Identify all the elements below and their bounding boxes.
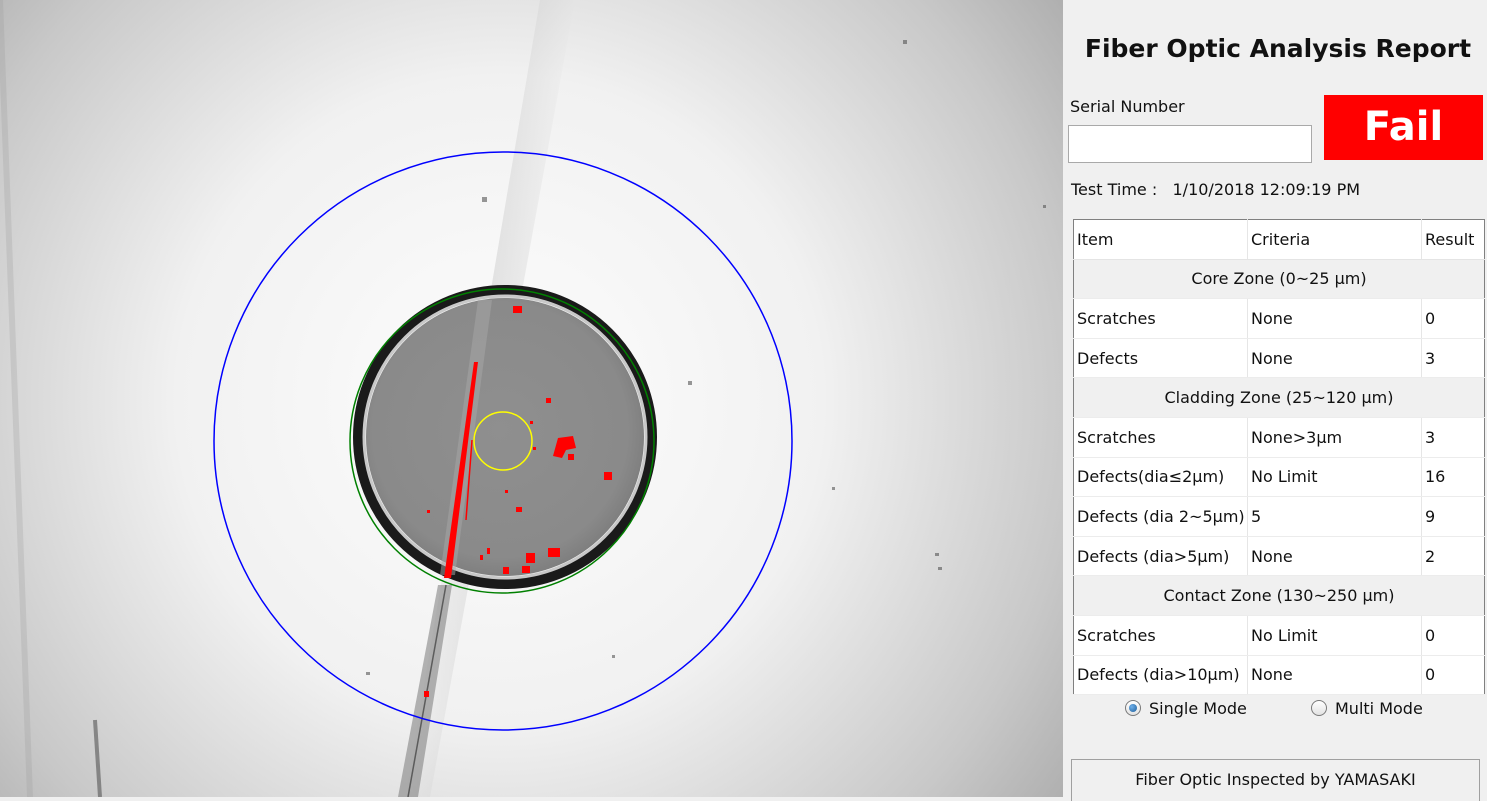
defect-mark	[526, 553, 535, 563]
results-table: Item Criteria Result Core Zone (0~25 μm)…	[1073, 219, 1485, 696]
inspection-canvas	[0, 0, 1063, 797]
serial-number-label: Serial Number	[1070, 97, 1185, 116]
item-cell: Defects	[1073, 338, 1248, 379]
criteria-cell: No Limit	[1247, 457, 1422, 498]
result-cell: 0	[1421, 615, 1485, 656]
zone-header-row: Core Zone (0~25 μm)	[1073, 259, 1485, 300]
column-header[interactable]: Criteria	[1247, 219, 1422, 260]
table-row[interactable]: Defects (dia 2~5μm) 5 9	[1073, 496, 1485, 537]
column-header[interactable]: Item	[1073, 219, 1248, 260]
status-badge: Fail	[1324, 95, 1483, 160]
table-row[interactable]: Defects (dia>5μm) None 2	[1073, 536, 1485, 577]
test-time-value: 1/10/2018 12:09:19 PM	[1172, 180, 1361, 199]
item-cell: Defects (dia>5μm)	[1073, 536, 1248, 577]
defect-mark	[503, 567, 509, 574]
table-row[interactable]: Defects (dia>10μm) None 0	[1073, 655, 1485, 696]
table-row[interactable]: Scratches No Limit 0	[1073, 615, 1485, 656]
single-mode-radio[interactable]: Single Mode	[1125, 697, 1247, 719]
multi-mode-radio[interactable]: Multi Mode	[1311, 697, 1423, 719]
fiber-endface-image	[0, 0, 1063, 797]
item-cell: Scratches	[1073, 298, 1248, 339]
criteria-cell: None	[1247, 298, 1422, 339]
item-cell: Scratches	[1073, 615, 1248, 656]
column-header[interactable]: Result	[1421, 219, 1485, 260]
endface-surface	[366, 298, 644, 576]
defect-mark	[533, 447, 536, 450]
criteria-cell: None	[1247, 338, 1422, 379]
defect-mark	[530, 421, 533, 424]
single-mode-label: Single Mode	[1149, 698, 1247, 718]
item-cell: Defects (dia>10μm)	[1073, 655, 1248, 696]
defect-mark	[604, 472, 612, 480]
zone-header-row: Contact Zone (130~250 μm)	[1073, 575, 1485, 616]
result-cell: 9	[1421, 496, 1485, 537]
test-time-label: Test Time :	[1071, 180, 1158, 199]
result-cell: 0	[1421, 298, 1485, 339]
defect-mark	[568, 454, 574, 460]
table-row[interactable]: Defects(dia≤2μm) No Limit 16	[1073, 457, 1485, 498]
defect-mark	[546, 398, 551, 403]
zone-header-row: Cladding Zone (25~120 μm)	[1073, 377, 1485, 418]
item-cell: Defects (dia 2~5μm)	[1073, 496, 1248, 537]
criteria-cell: None	[1247, 655, 1422, 696]
result-cell: 3	[1421, 417, 1485, 458]
report-panel: Fiber Optic Analysis Report Serial Numbe…	[1063, 0, 1487, 801]
criteria-cell: 5	[1247, 496, 1422, 537]
defect-mark	[516, 507, 522, 512]
table-row[interactable]: Scratches None 0	[1073, 298, 1485, 339]
serial-number-input[interactable]	[1068, 125, 1312, 163]
defect-mark	[424, 691, 429, 697]
defect-mark	[427, 510, 430, 513]
defect-mark	[487, 548, 490, 554]
test-time: Test Time : 1/10/2018 12:09:19 PM	[1071, 180, 1360, 199]
radio-unselected-icon[interactable]	[1311, 700, 1327, 716]
criteria-cell: None>3μm	[1247, 417, 1422, 458]
criteria-cell: No Limit	[1247, 615, 1422, 656]
zone-label: Core Zone (0~25 μm)	[1073, 259, 1485, 300]
item-cell: Defects(dia≤2μm)	[1073, 457, 1248, 498]
criteria-cell: None	[1247, 536, 1422, 577]
result-cell: 2	[1421, 536, 1485, 577]
defect-mark	[480, 555, 483, 560]
table-row[interactable]: Scratches None>3μm 3	[1073, 417, 1485, 458]
multi-mode-label: Multi Mode	[1335, 698, 1423, 718]
inspected-by-footer: Fiber Optic Inspected by YAMASAKI	[1071, 759, 1480, 801]
zone-label: Contact Zone (130~250 μm)	[1073, 575, 1485, 616]
item-cell: Scratches	[1073, 417, 1248, 458]
report-title: Fiber Optic Analysis Report	[1084, 34, 1472, 63]
radio-selected-icon[interactable]	[1125, 700, 1141, 716]
defect-mark	[505, 490, 508, 493]
result-cell: 3	[1421, 338, 1485, 379]
defect-mark	[513, 306, 522, 313]
defect-mark	[548, 548, 560, 557]
result-cell: 0	[1421, 655, 1485, 696]
zone-label: Cladding Zone (25~120 μm)	[1073, 377, 1485, 418]
result-cell: 16	[1421, 457, 1485, 498]
defect-mark	[522, 566, 530, 573]
table-row[interactable]: Defects None 3	[1073, 338, 1485, 379]
table-header-row: Item Criteria Result	[1073, 219, 1485, 260]
